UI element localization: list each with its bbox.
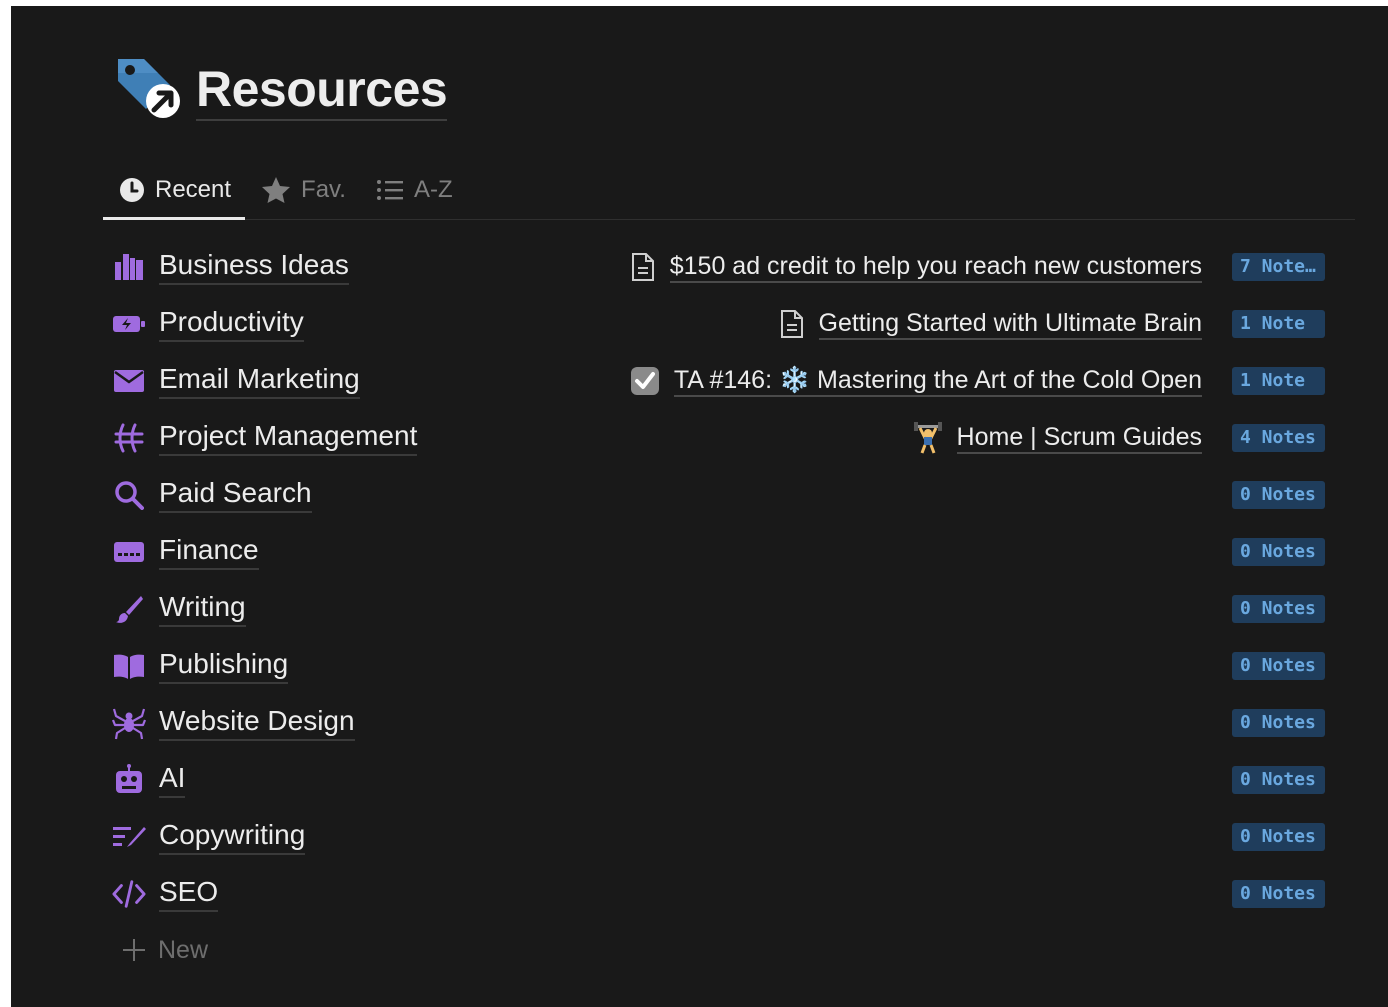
scrum-icon bbox=[112, 421, 146, 455]
notes-count-badge: 0 Notes bbox=[1232, 651, 1325, 680]
notes-count-badge: 4 Notes bbox=[1232, 423, 1325, 452]
brush-icon bbox=[112, 592, 146, 626]
recent-note[interactable]: $150 ad credit to help you reach new cus… bbox=[630, 251, 1202, 283]
credit-card-icon bbox=[112, 535, 146, 569]
new-button-label: New bbox=[158, 935, 209, 964]
recent-note-title[interactable]: TA #146: ❄️ Mastering the Art of the Col… bbox=[673, 365, 1202, 397]
tab-recent-label: Recent bbox=[155, 175, 232, 203]
tab-a-z[interactable]: A-Z bbox=[360, 160, 467, 219]
document-icon bbox=[630, 252, 656, 282]
category-name[interactable]: Publishing bbox=[159, 647, 289, 684]
list-item[interactable]: Website Design 0 Notes bbox=[112, 694, 1333, 751]
recent-note-title[interactable]: Home | Scrum Guides bbox=[956, 422, 1202, 454]
notes-count-badge: 0 Notes bbox=[1232, 480, 1325, 509]
notes-count-badge: 0 Notes bbox=[1232, 822, 1325, 851]
category-name[interactable]: Business Ideas bbox=[159, 248, 349, 285]
list-icon bbox=[376, 179, 403, 200]
tab-recent[interactable]: Recent bbox=[103, 160, 246, 220]
list-item[interactable]: Writing 0 Notes bbox=[112, 580, 1333, 637]
recent-note[interactable]: Home | Scrum Guides bbox=[913, 421, 1202, 454]
recent-note-title[interactable]: $150 ad credit to help you reach new cus… bbox=[669, 251, 1202, 283]
battery-bolt-icon bbox=[112, 307, 146, 341]
recent-note-title[interactable]: Getting Started with Ultimate Brain bbox=[818, 308, 1202, 340]
star-icon bbox=[262, 176, 291, 203]
list-item[interactable]: Productivity Getting Started with Ultima… bbox=[112, 295, 1333, 352]
tab-a-z-label: A-Z bbox=[413, 175, 453, 203]
spider-icon bbox=[112, 706, 146, 740]
list-item[interactable]: SEO 0 Notes bbox=[112, 865, 1333, 922]
buildings-icon bbox=[112, 250, 146, 284]
new-button[interactable]: New bbox=[122, 930, 208, 970]
category-name[interactable]: SEO bbox=[159, 875, 219, 912]
category-name[interactable]: AI bbox=[159, 761, 186, 798]
list-item[interactable]: Business Ideas $150 ad credit to help yo… bbox=[112, 238, 1333, 295]
list-item[interactable]: Publishing 0 Notes bbox=[112, 637, 1333, 694]
page-header: Resources bbox=[114, 54, 448, 126]
list-item[interactable]: Copywriting 0 Notes bbox=[112, 808, 1333, 865]
text-edit-icon bbox=[112, 820, 146, 854]
page-title: Resources bbox=[196, 60, 448, 121]
robot-icon bbox=[112, 763, 146, 797]
clock-icon bbox=[120, 177, 144, 202]
plus-icon bbox=[123, 939, 145, 961]
tag-with-arrow-icon bbox=[118, 59, 180, 118]
notes-count-badge: 0 Notes bbox=[1232, 537, 1325, 566]
list-item[interactable]: AI 0 Notes bbox=[112, 751, 1333, 808]
view-tabs: Recent Fav. A-Z bbox=[103, 160, 1355, 220]
checkbox-icon bbox=[630, 366, 660, 396]
notes-count-badge: 1 Note bbox=[1232, 309, 1325, 338]
magnifier-icon bbox=[112, 478, 146, 512]
category-name[interactable]: Website Design bbox=[159, 704, 355, 741]
code-icon bbox=[112, 877, 146, 911]
list-item[interactable]: Finance 0 Notes bbox=[112, 523, 1333, 580]
document-icon bbox=[779, 309, 805, 339]
tab-favorites-label: Fav. bbox=[301, 175, 346, 203]
list-item[interactable]: Email Marketing TA #146: ❄️ Mastering th… bbox=[112, 352, 1333, 409]
recent-note[interactable]: TA #146: ❄️ Mastering the Art of the Col… bbox=[630, 365, 1202, 397]
notes-count-badge: 0 Notes bbox=[1232, 708, 1325, 737]
recent-note[interactable]: Getting Started with Ultimate Brain bbox=[779, 308, 1202, 340]
list-item[interactable]: Paid Search 0 Notes bbox=[112, 466, 1333, 523]
category-name[interactable]: Copywriting bbox=[159, 818, 306, 855]
category-list: Business Ideas $150 ad credit to help yo… bbox=[112, 238, 1333, 922]
notes-count-badge: 1 Note bbox=[1232, 366, 1325, 395]
category-name[interactable]: Finance bbox=[159, 533, 259, 570]
envelope-icon bbox=[112, 364, 146, 398]
category-name[interactable]: Writing bbox=[159, 590, 246, 627]
category-name[interactable]: Paid Search bbox=[159, 476, 312, 513]
category-name[interactable]: Email Marketing bbox=[159, 362, 360, 399]
list-item[interactable]: Project Management Home | Scrum Guides 4… bbox=[112, 409, 1333, 466]
tab-favorites[interactable]: Fav. bbox=[245, 160, 360, 219]
notes-count-badge: 7 Note… bbox=[1232, 252, 1325, 281]
category-name[interactable]: Productivity bbox=[159, 305, 304, 342]
notes-count-badge: 0 Notes bbox=[1232, 765, 1325, 794]
notes-count-badge: 0 Notes bbox=[1232, 879, 1325, 908]
open-book-icon bbox=[112, 649, 146, 683]
notes-count-badge: 0 Notes bbox=[1232, 594, 1325, 623]
weightlifter-icon bbox=[913, 421, 943, 454]
category-name[interactable]: Project Management bbox=[159, 419, 418, 456]
